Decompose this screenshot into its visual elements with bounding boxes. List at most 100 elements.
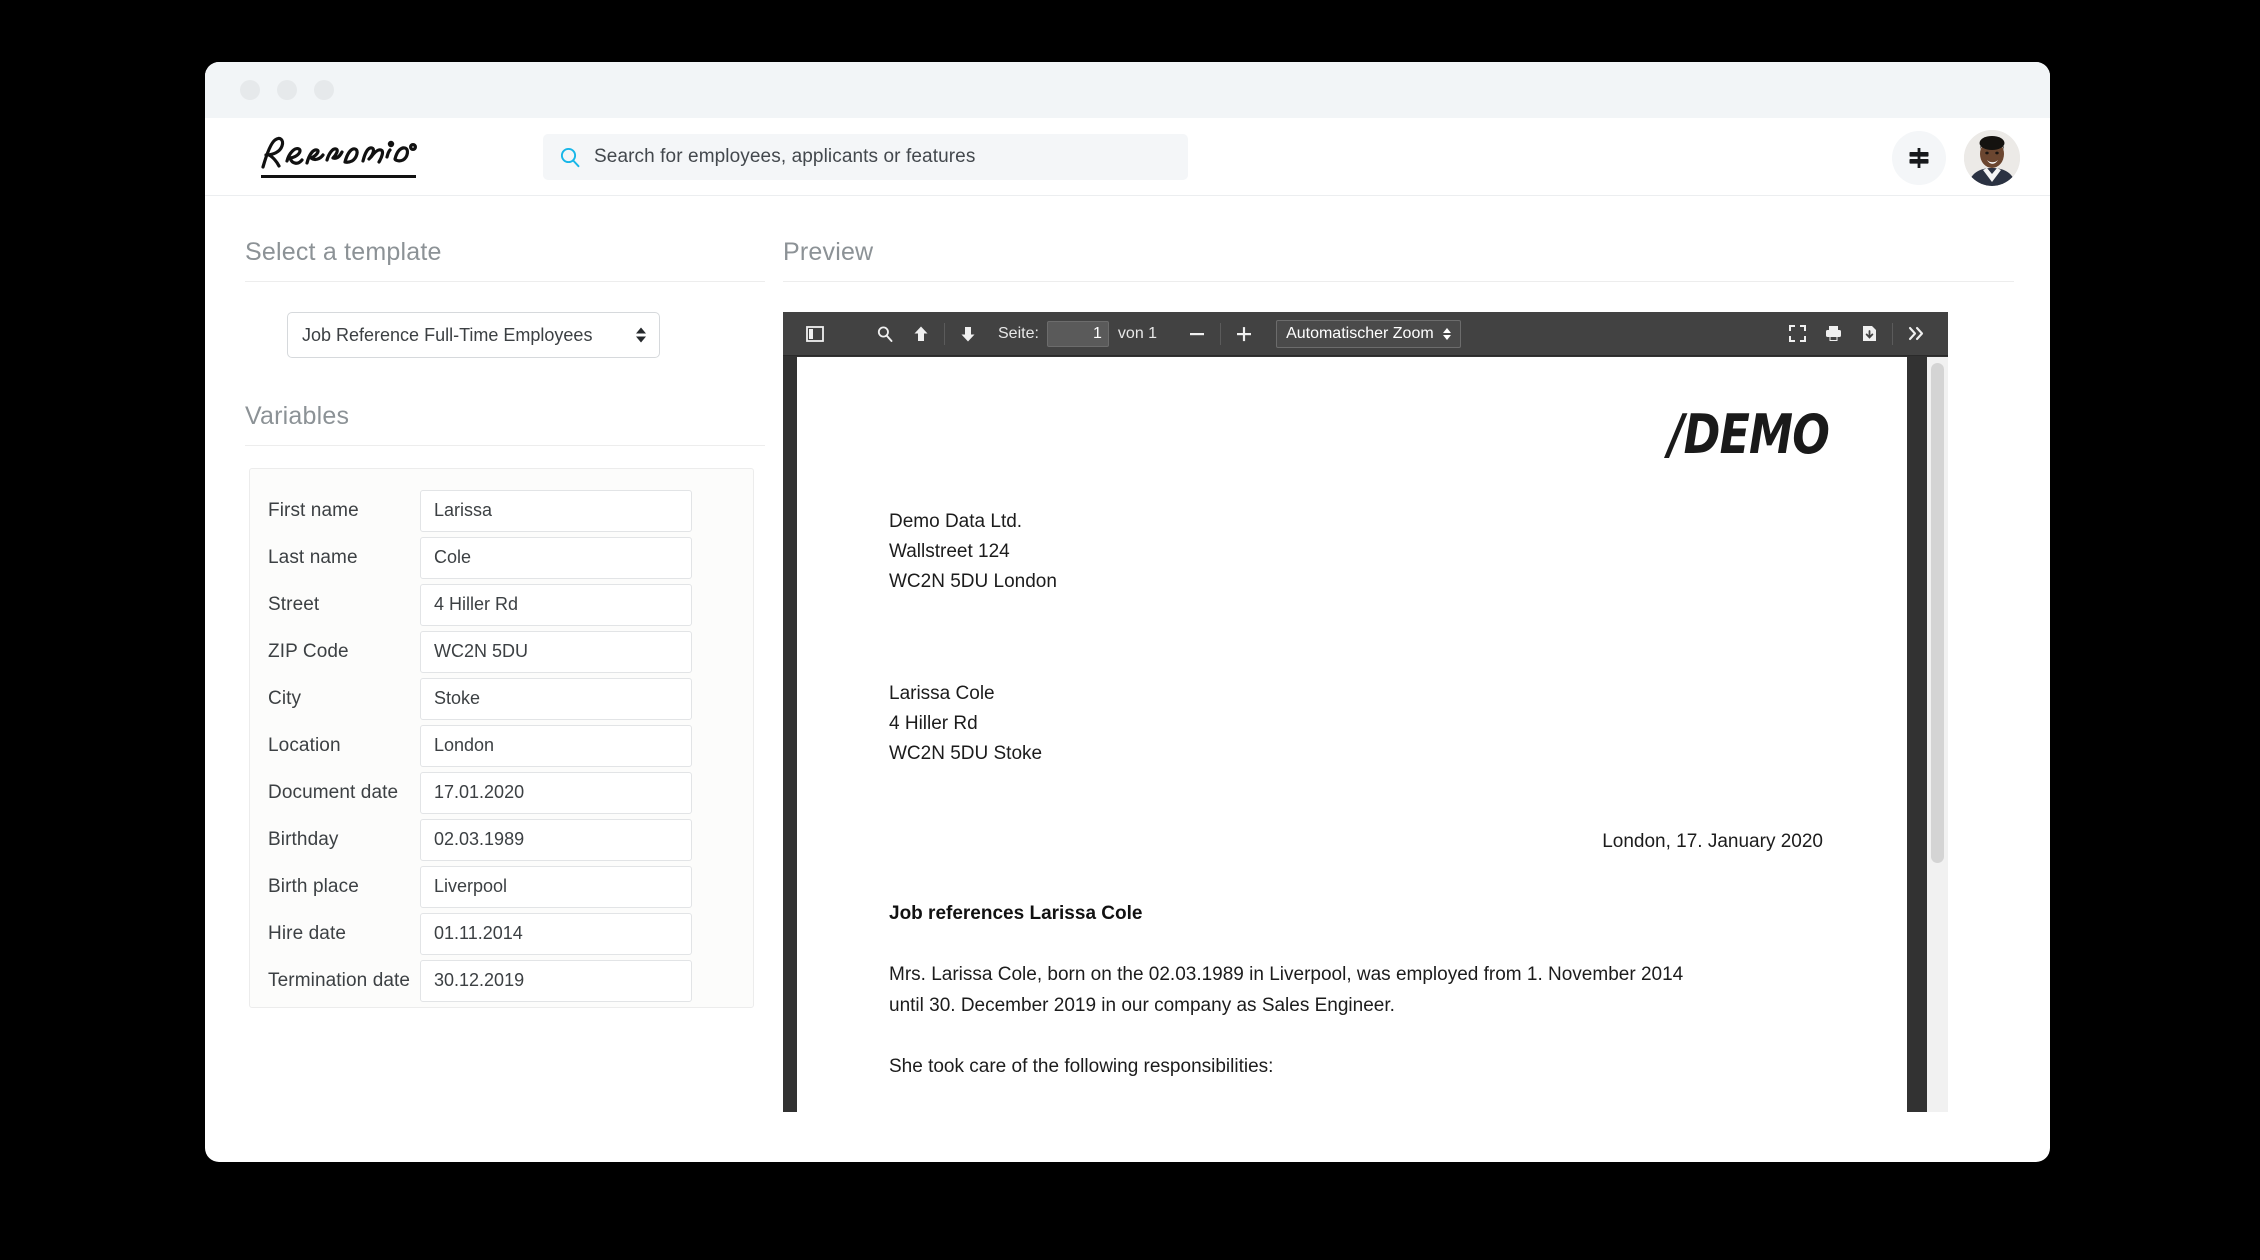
more-tools-button[interactable] — [1898, 319, 1934, 349]
variable-row: Last name Cole — [250, 534, 753, 581]
variables-panel: First name Larissa Last name Cole Street… — [249, 468, 754, 1008]
chevron-updown-icon — [636, 327, 646, 343]
variable-row: ZIP Code WC2N 5DU — [250, 628, 753, 675]
page-number-input[interactable]: 1 — [1046, 320, 1109, 347]
variable-input-document-date[interactable]: 17.01.2020 — [420, 771, 692, 814]
sender-address-line: WC2N 5DU London — [889, 571, 1057, 592]
recipient-address-line: Larissa Cole — [889, 683, 995, 704]
letter-document: /DEMO Demo Data Ltd. Wallstreet 124 WC2N… — [797, 357, 1907, 1112]
sidebar-toggle-icon — [806, 325, 824, 342]
document-date-line: London, 17. January 2020 — [1602, 831, 1823, 852]
variable-label: Document date — [268, 781, 399, 803]
sender-address-line: Demo Data Ltd. — [889, 511, 1023, 532]
window-minimize-button[interactable] — [277, 80, 297, 100]
download-button[interactable] — [1851, 319, 1887, 349]
pdf-toolbar-right-actions — [1779, 319, 1934, 349]
window-maximize-button[interactable] — [314, 80, 334, 100]
variable-row: First name Larissa — [250, 487, 753, 534]
global-search-bar[interactable]: Search for employees, applicants or feat… — [543, 134, 1188, 180]
document-paragraph-2: She took care of the following responsib… — [889, 1056, 1274, 1077]
sender-address: Demo Data Ltd. Wallstreet 124 WC2N 5DU L… — [889, 507, 1837, 597]
variable-label: Street — [268, 593, 320, 615]
recipient-address-line: WC2N 5DU Stoke — [889, 743, 1043, 764]
left-column: Select a template Job Reference Full-Tim… — [205, 238, 765, 1162]
select-template-divider — [245, 281, 765, 282]
variable-input-zip-code[interactable]: WC2N 5DU — [420, 630, 692, 673]
magnifier-icon — [877, 326, 893, 342]
variable-input-first-name[interactable]: Larissa — [420, 489, 692, 532]
personio-logo[interactable] — [235, 131, 465, 183]
download-icon — [1862, 326, 1876, 341]
zoom-out-button[interactable] — [1179, 319, 1215, 349]
variable-input-location[interactable]: London — [420, 724, 692, 767]
fullscreen-icon — [1788, 325, 1806, 342]
recipient-address: Larissa Cole 4 Hiller Rd WC2N 5DU Stoke — [889, 679, 1837, 769]
next-page-button[interactable] — [950, 319, 986, 349]
variable-label: Hire date — [268, 922, 346, 944]
browser-window: Search for employees, applicants or feat… — [205, 62, 2050, 1162]
template-select[interactable]: Job Reference Full-Time Employees — [287, 312, 660, 358]
print-button[interactable] — [1815, 319, 1851, 349]
variable-input-hire-date[interactable]: 01.11.2014 — [420, 912, 692, 955]
zoom-level-value: Automatischer Zoom — [1286, 324, 1434, 342]
recipient-address-line: 4 Hiller Rd — [889, 713, 978, 734]
sidebar-toggle-button[interactable] — [797, 319, 833, 349]
minus-icon — [1190, 332, 1205, 335]
variable-label: Location — [268, 734, 341, 756]
variable-input-street[interactable]: 4 Hiller Rd — [420, 583, 692, 626]
pdf-canvas-area[interactable]: /DEMO Demo Data Ltd. Wallstreet 124 WC2N… — [783, 357, 1948, 1112]
variable-input-birth-place[interactable]: Liverpool — [420, 865, 692, 908]
pdf-viewer: Seite: 1 von 1 Automatischer Zoom /DEMO … — [783, 312, 1948, 1112]
user-avatar[interactable] — [1964, 130, 2020, 186]
variable-row: City Stoke — [250, 675, 753, 722]
presentation-mode-button[interactable] — [1779, 319, 1815, 349]
right-column: Preview Seite: 1 von 1 Automatischer Zoo… — [765, 238, 2050, 1162]
app-header: Search for employees, applicants or feat… — [205, 118, 2050, 196]
header-actions — [1892, 130, 2020, 186]
variable-row: Termination date 30.12.2019 — [250, 957, 753, 1004]
previous-page-button[interactable] — [903, 319, 939, 349]
variable-row: Location London — [250, 722, 753, 769]
window-close-button[interactable] — [240, 80, 260, 100]
variable-input-birthday[interactable]: 02.03.1989 — [420, 818, 692, 861]
sender-address-line: Wallstreet 124 — [889, 541, 1010, 562]
signpost-icon — [1909, 148, 1929, 168]
demo-brand-logo: /DEMO — [1668, 403, 1830, 466]
arrow-down-icon — [961, 326, 975, 341]
variable-input-city[interactable]: Stoke — [420, 677, 692, 720]
arrow-up-icon — [914, 326, 928, 341]
template-select-value: Job Reference Full-Time Employees — [302, 324, 593, 345]
preview-divider — [783, 281, 2014, 282]
select-template-heading: Select a template — [245, 238, 442, 266]
variable-input-last-name[interactable]: Cole — [420, 536, 692, 579]
list-item: Expanding customer footprint — [951, 1108, 1837, 1112]
variable-row: Birth place Liverpool — [250, 863, 753, 910]
document-subject: Job references Larissa Cole — [889, 903, 1143, 924]
variable-label: First name — [268, 499, 359, 521]
variable-label: ZIP Code — [268, 640, 349, 662]
document-paragraph-1: Mrs. Larissa Cole, born on the 02.03.198… — [889, 964, 1684, 1016]
variable-input-position[interactable]: Sales Engineer — [420, 1006, 692, 1007]
chevron-updown-icon — [1442, 327, 1451, 340]
chevron-double-right-icon — [1908, 326, 1923, 341]
variable-row: Street 4 Hiller Rd — [250, 581, 753, 628]
pdf-page: /DEMO Demo Data Ltd. Wallstreet 124 WC2N… — [797, 357, 1907, 1112]
variable-row: Birthday 02.03.1989 — [250, 816, 753, 863]
search-input[interactable]: Search for employees, applicants or feat… — [594, 146, 975, 168]
zoom-level-select[interactable]: Automatischer Zoom — [1276, 319, 1461, 348]
variables-heading: Variables — [245, 402, 350, 430]
variable-label: Birth place — [268, 875, 359, 897]
find-button[interactable] — [867, 319, 903, 349]
pdf-scrollbar-thumb[interactable] — [1931, 363, 1944, 863]
avatar-photo — [1964, 130, 2020, 186]
variable-input-termination-date[interactable]: 30.12.2019 — [420, 959, 692, 1002]
pdf-toolbar: Seite: 1 von 1 Automatischer Zoom — [783, 312, 1948, 356]
variable-label: City — [268, 687, 302, 709]
preview-heading: Preview — [783, 238, 874, 266]
guide-button[interactable] — [1892, 131, 1946, 185]
variable-row: Position Sales Engineer — [250, 1004, 753, 1007]
zoom-in-button[interactable] — [1226, 319, 1262, 349]
variable-row: Document date 17.01.2020 — [250, 769, 753, 816]
document-responsibilities-list: Expanding customer footprint — [889, 1108, 1837, 1112]
page-total-label: von 1 — [1117, 324, 1158, 342]
